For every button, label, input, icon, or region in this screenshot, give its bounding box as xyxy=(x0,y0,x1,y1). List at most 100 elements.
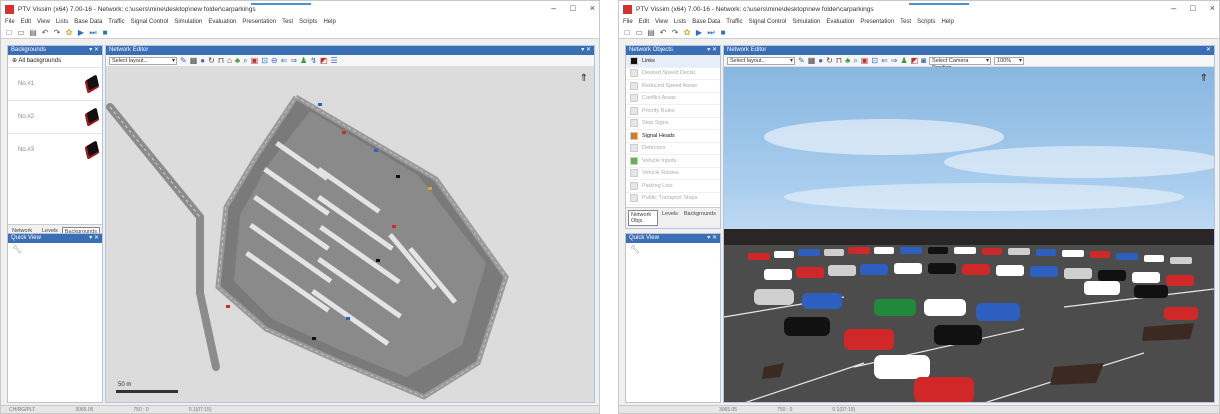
menu-evaluation[interactable]: Evaluation xyxy=(208,19,236,25)
network-canvas-3d[interactable]: ⇑ xyxy=(724,67,1214,402)
grid-icon[interactable]: ▦ xyxy=(808,56,816,65)
close-button[interactable]: × xyxy=(1210,3,1215,13)
menu-lists[interactable]: Lists xyxy=(674,19,686,25)
layout-select[interactable]: Select layout... xyxy=(109,56,177,65)
maximize-button[interactable]: □ xyxy=(570,3,575,13)
menu-view[interactable]: View xyxy=(655,19,668,25)
menu-traffic[interactable]: Traffic xyxy=(108,19,124,25)
play-icon[interactable]: ▶ xyxy=(77,28,85,37)
link-row-pt-stops[interactable]: Public Transport Stops xyxy=(626,193,720,205)
layout-select[interactable]: Select layout... xyxy=(727,56,795,65)
menu-test[interactable]: Test xyxy=(282,19,293,25)
menu-help[interactable]: Help xyxy=(941,19,953,25)
link-row-links[interactable]: Links xyxy=(626,55,720,68)
forward-icon[interactable]: ⇒ xyxy=(290,56,297,65)
menu-signal-control[interactable]: Signal Control xyxy=(131,19,169,25)
link-row-reduced-speed[interactable]: Reduced Speed Areas xyxy=(626,80,720,93)
zoom-icon[interactable]: ⌕ xyxy=(243,56,247,65)
panel-buttons-icon[interactable]: ▾ ✕ xyxy=(89,234,102,243)
zoom-all-icon[interactable]: ⊡ xyxy=(871,56,878,65)
zoom-window-icon[interactable]: ▣ xyxy=(251,56,259,65)
menu-simulation[interactable]: Simulation xyxy=(792,19,820,25)
new-file-icon[interactable]: □ xyxy=(5,28,13,37)
chart-icon[interactable]: ◩ xyxy=(320,56,328,65)
link-row-conflict-areas[interactable]: Conflict Areas xyxy=(626,93,720,105)
tab-network-objects[interactable]: Network Objs. xyxy=(628,210,658,226)
lock-icon[interactable]: ⊓ xyxy=(836,56,842,65)
stop-icon[interactable]: ■ xyxy=(101,28,109,37)
menu-test[interactable]: Test xyxy=(900,19,911,25)
pin-icon[interactable]: ✎ xyxy=(180,56,187,65)
panel-pin-icon[interactable]: ▾ ✕ xyxy=(707,46,720,55)
stop-icon[interactable]: ■ xyxy=(719,28,727,37)
play-icon[interactable]: ▶ xyxy=(695,28,703,37)
arrow-icon[interactable]: ↯ xyxy=(310,56,317,65)
background-item-1[interactable]: No.#1 xyxy=(8,67,102,100)
chart-icon[interactable]: ◩ xyxy=(911,56,919,65)
forward-icon[interactable]: ⇒ xyxy=(891,56,898,65)
save-icon[interactable]: ▤ xyxy=(29,28,37,37)
menu-presentation[interactable]: Presentation xyxy=(242,19,276,25)
tree-icon[interactable]: ♣ xyxy=(235,56,240,65)
menu-simulation[interactable]: Simulation xyxy=(174,19,202,25)
undo-icon[interactable]: ↶ xyxy=(41,28,49,37)
link-row-stop-signs[interactable]: Stop Signs xyxy=(626,118,720,130)
menu-view[interactable]: View xyxy=(37,19,50,25)
redo-icon[interactable]: ↷ xyxy=(53,28,61,37)
settings-icon[interactable]: ✿ xyxy=(683,28,691,37)
link-row-vehicle-inputs[interactable]: Vehicle Inputs xyxy=(626,155,720,168)
all-backgrounds-item[interactable]: ⊕ All backgrounds xyxy=(8,55,102,67)
tab-backgrounds[interactable]: Backgrounds xyxy=(682,210,718,226)
menu-help[interactable]: Help xyxy=(323,19,335,25)
pin-icon[interactable]: ✎ xyxy=(798,56,805,65)
menu-base-data[interactable]: Base Data xyxy=(692,19,720,25)
zoom-all-icon[interactable]: ⊡ xyxy=(261,56,268,65)
menu-evaluation[interactable]: Evaluation xyxy=(826,19,854,25)
menu-file[interactable]: File xyxy=(623,19,633,25)
wrench-icon[interactable]: 🔧︎ xyxy=(626,243,720,256)
back-icon[interactable]: ⇐ xyxy=(281,56,288,65)
background-item-2[interactable]: No.#2 xyxy=(8,100,102,133)
background-item-3[interactable]: No.#3 xyxy=(8,133,102,166)
globe-icon[interactable]: ● xyxy=(200,56,205,65)
network-canvas-2d[interactable]: ⇑ 50 m xyxy=(106,67,594,402)
rotate-icon[interactable]: ↻ xyxy=(826,56,833,65)
settings-icon[interactable]: ✿ xyxy=(65,28,73,37)
zoom-icon[interactable]: ⌕ xyxy=(853,56,857,65)
minimize-button[interactable]: – xyxy=(551,3,556,13)
globe-icon[interactable]: ● xyxy=(818,56,823,65)
link-row-desired-speed[interactable]: Desired Speed Decisi. xyxy=(626,68,720,80)
maximize-button[interactable]: □ xyxy=(1190,3,1195,13)
tools-icon[interactable]: ⌂ xyxy=(227,56,232,65)
grid-icon[interactable]: ▦ xyxy=(190,56,198,65)
zoom-out-icon[interactable]: ⊖ xyxy=(271,56,278,65)
link-row-vehicle-routes[interactable]: Vehicle Routes xyxy=(626,168,720,180)
link-row-detectors[interactable]: Detectors xyxy=(626,143,720,155)
wrench-icon[interactable]: 🔧︎ xyxy=(8,243,102,256)
rotate-icon[interactable]: ↻ xyxy=(208,56,215,65)
person-icon[interactable]: ♟ xyxy=(900,56,907,65)
editor-pin-icon[interactable]: ▾ ✕ xyxy=(581,46,594,55)
panel-pin-icon[interactable]: ▾ ✕ xyxy=(89,46,102,55)
step-icon[interactable]: ⏭ xyxy=(89,28,97,37)
settings-layer-icon[interactable]: ☰ xyxy=(330,56,337,65)
menu-edit[interactable]: Edit xyxy=(639,19,649,25)
tab-levels[interactable]: Levels xyxy=(660,210,680,226)
link-row-signal-heads[interactable]: Signal Heads xyxy=(626,130,720,143)
menu-scripts[interactable]: Scripts xyxy=(917,19,935,25)
open-folder-icon[interactable]: ▭ xyxy=(17,28,25,37)
redo-icon[interactable]: ↷ xyxy=(671,28,679,37)
menu-signal-control[interactable]: Signal Control xyxy=(749,19,787,25)
menu-base-data[interactable]: Base Data xyxy=(74,19,102,25)
save-icon[interactable]: ▤ xyxy=(647,28,655,37)
menu-scripts[interactable]: Scripts xyxy=(299,19,317,25)
menu-file[interactable]: File xyxy=(5,19,15,25)
lock-icon[interactable]: ⊓ xyxy=(218,56,224,65)
open-folder-icon[interactable]: ▭ xyxy=(635,28,643,37)
panel-buttons-icon[interactable]: ▾ ✕ xyxy=(707,234,720,243)
link-row-parking-lots[interactable]: Parking Lots xyxy=(626,180,720,193)
close-button[interactable]: × xyxy=(590,3,595,13)
link-row-priority-rules[interactable]: Priority Rules xyxy=(626,105,720,118)
undo-icon[interactable]: ↶ xyxy=(659,28,667,37)
camera-icon[interactable]: ◙ xyxy=(921,56,926,65)
